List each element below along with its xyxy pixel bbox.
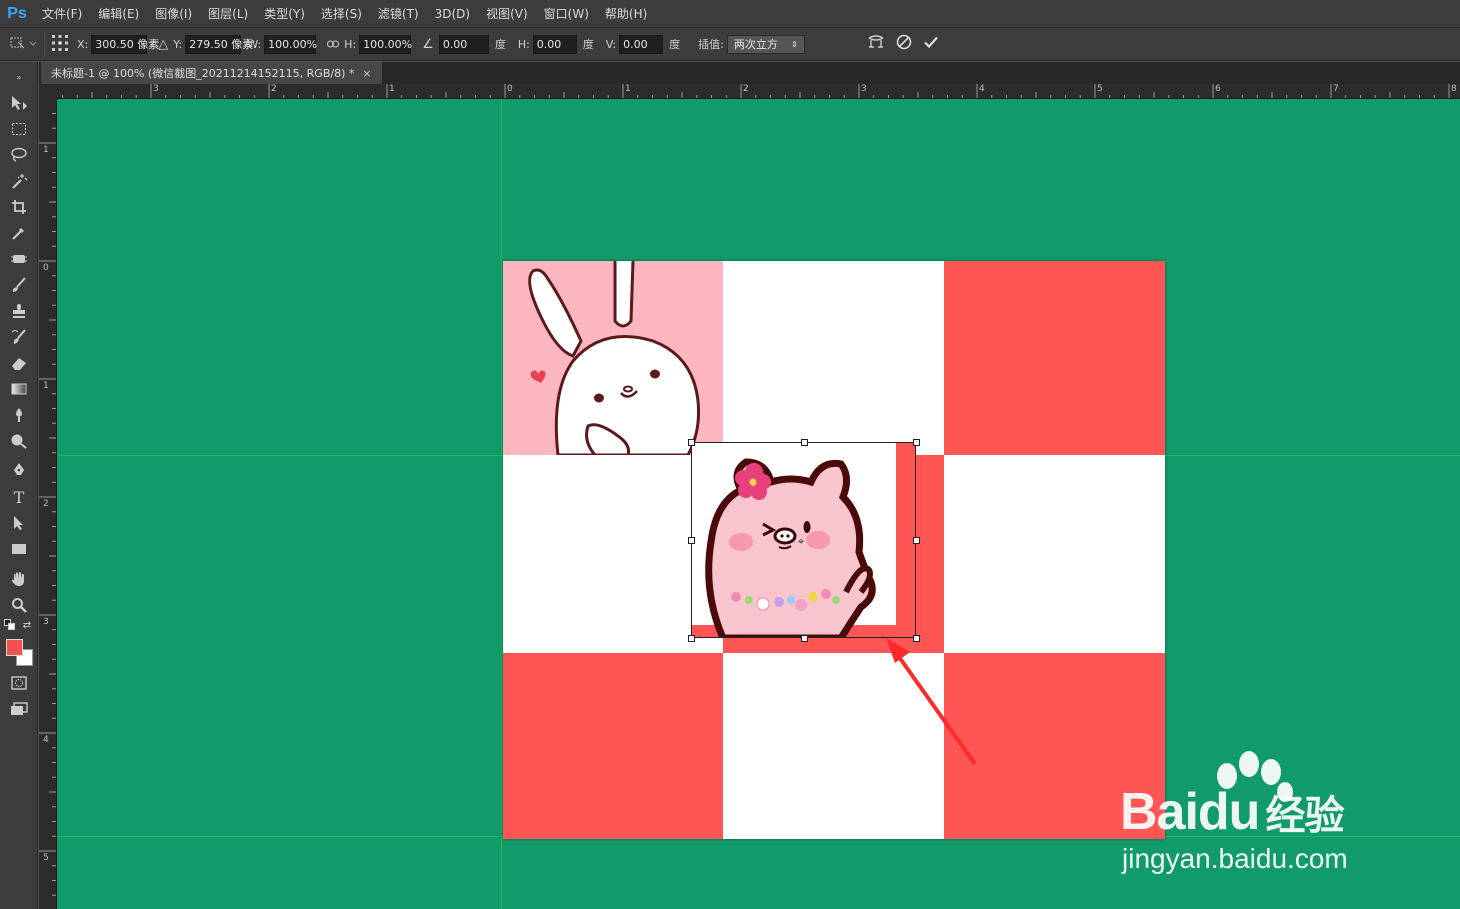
move-tool-icon[interactable] — [7, 92, 31, 114]
photoshop-logo: Ps — [7, 4, 27, 22]
hand-tool-icon[interactable] — [7, 568, 31, 590]
move-tool-preset-icon[interactable] — [8, 35, 38, 54]
vskew-unit: 度 — [669, 38, 681, 51]
interpolation-value: 两次立方 — [733, 38, 778, 51]
ruler-label: 4 — [43, 735, 49, 745]
hskew-unit: 度 — [582, 38, 594, 51]
vertical-ruler[interactable]: 1 0 1 2 3 4 5 — [39, 99, 57, 909]
rotate-unit: 度 — [494, 38, 506, 51]
rotate-angle-icon: ∠ — [422, 36, 434, 52]
menu-file[interactable]: 文件(F) — [34, 0, 90, 28]
healing-brush-icon[interactable] — [7, 248, 31, 270]
menu-bar: Ps 文件(F) 编辑(E) 图像(I) 图层(L) 类型(Y) 选择(S) 滤… — [0, 0, 1460, 28]
clone-stamp-icon[interactable] — [7, 300, 31, 322]
ruler-label: 1 — [625, 84, 631, 94]
menu-image[interactable]: 图像(I) — [147, 0, 200, 28]
eyedropper-icon[interactable] — [7, 222, 31, 244]
menu-type[interactable]: 类型(Y) — [256, 0, 313, 28]
x-field[interactable]: 300.50 像素 — [91, 34, 159, 54]
ruler-label: 5 — [43, 853, 49, 863]
path-selection-icon[interactable] — [7, 512, 31, 534]
y-label: Y: — [173, 37, 183, 51]
default-colors-icon[interactable] — [3, 618, 17, 632]
menu-edit[interactable]: 编辑(E) — [90, 0, 147, 28]
blur-tool-icon[interactable] — [7, 404, 31, 426]
rotate-field[interactable]: 0.00 — [438, 34, 489, 54]
options-separator — [44, 33, 45, 55]
tools-panel: » T ⇄ — [0, 62, 38, 909]
type-tool-icon[interactable]: T — [7, 486, 31, 508]
link-icon[interactable] — [327, 37, 340, 52]
ruler-label: 3 — [43, 617, 49, 627]
ruler-label: 5 — [1097, 84, 1103, 94]
foreground-color-swatch[interactable] — [6, 639, 23, 656]
commit-transform-icon[interactable] — [923, 34, 939, 54]
cancel-transform-icon[interactable] — [896, 34, 912, 54]
close-tab-icon[interactable]: × — [362, 67, 371, 80]
menu-layer[interactable]: 图层(L) — [200, 0, 256, 28]
brush-tool-icon[interactable] — [7, 274, 31, 296]
quick-mask-icon[interactable] — [7, 672, 31, 694]
ruler-label: 6 — [1215, 84, 1221, 94]
ruler-label: 1 — [389, 84, 395, 94]
menu-3d[interactable]: 3D(D) — [427, 0, 478, 28]
ruler-label: 2 — [43, 499, 49, 509]
ruler-label: 2 — [743, 84, 749, 94]
menu-filter[interactable]: 滤镜(T) — [370, 0, 427, 28]
horizontal-ruler-ticks — [62, 84, 1450, 98]
options-bar: X: 300.50 像素 △ Y: 279.50 像素 W: 100.00% H… — [0, 28, 1460, 61]
x-label: X: — [77, 37, 89, 51]
reference-point-icon[interactable] — [51, 34, 69, 55]
w-label: W: — [247, 37, 262, 51]
w-field[interactable]: 100.00% — [264, 34, 317, 54]
document-tab[interactable]: 未标题-1 @ 100% (微信截图_20211214152115, RGB/8… — [41, 62, 382, 84]
document-tab-title: 未标题-1 @ 100% (微信截图_20211214152115, RGB/8… — [51, 67, 355, 80]
delta-icon[interactable]: △ — [158, 37, 168, 52]
menu-select[interactable]: 选择(S) — [313, 0, 370, 28]
ruler-label: 1 — [43, 381, 49, 391]
screen-mode-icon[interactable] — [7, 698, 31, 720]
ruler-label: 3 — [153, 84, 159, 94]
interpolation-label: 插值: — [698, 38, 724, 51]
hskew-field[interactable]: 0.00 — [532, 34, 577, 54]
zoom-tool-icon[interactable] — [7, 594, 31, 616]
hskew-label: H: — [517, 37, 530, 51]
h-label: H: — [344, 37, 357, 51]
h-field[interactable]: 100.00% — [359, 34, 412, 54]
ruler-label: 4 — [979, 84, 985, 94]
menu-help[interactable]: 帮助(H) — [597, 0, 655, 28]
ruler-label: 7 — [1333, 84, 1339, 94]
magic-wand-icon[interactable] — [7, 170, 31, 192]
eraser-tool-icon[interactable] — [7, 352, 31, 374]
menu-view[interactable]: 视图(V) — [478, 0, 536, 28]
interpolation-select[interactable]: 两次立方 ⇕ — [726, 34, 805, 54]
select-arrows-icon: ⇕ — [791, 39, 798, 49]
ruler-label: 2 — [271, 84, 277, 94]
horizontal-ruler[interactable]: 3 2 1 0 1 2 3 4 5 6 7 8 — [57, 84, 1460, 99]
swap-colors-icon[interactable]: ⇄ — [20, 618, 34, 632]
lasso-tool-icon[interactable] — [7, 144, 31, 166]
ruler-label: 0 — [507, 84, 513, 94]
pen-tool-icon[interactable] — [7, 459, 31, 481]
vskew-label: V: — [605, 37, 617, 51]
ruler-label: 0 — [43, 263, 49, 273]
crop-tool-icon[interactable] — [7, 196, 31, 218]
panel-collapse-icon[interactable]: » — [7, 66, 31, 88]
menu-window[interactable]: 窗口(W) — [536, 0, 597, 28]
vskew-field[interactable]: 0.00 — [619, 34, 664, 54]
document-tab-bar: 未标题-1 @ 100% (微信截图_20211214152115, RGB/8… — [39, 62, 1460, 84]
ruler-label: 3 — [861, 84, 867, 94]
rectangle-tool-icon[interactable] — [7, 538, 31, 560]
canvas-workspace[interactable]: ⌖ — [57, 99, 1460, 909]
gradient-tool-icon[interactable] — [7, 378, 31, 400]
annotation-arrow-icon — [886, 638, 977, 766]
ruler-label: 8 — [1451, 84, 1457, 94]
marquee-tool-icon[interactable] — [7, 118, 31, 140]
dodge-tool-icon[interactable] — [7, 430, 31, 452]
ruler-label: 1 — [43, 145, 49, 155]
warp-mode-icon[interactable] — [867, 34, 885, 54]
y-field[interactable]: 279.50 像素 — [185, 34, 253, 54]
ruler-corner — [39, 84, 57, 99]
history-brush-icon[interactable] — [7, 326, 31, 348]
